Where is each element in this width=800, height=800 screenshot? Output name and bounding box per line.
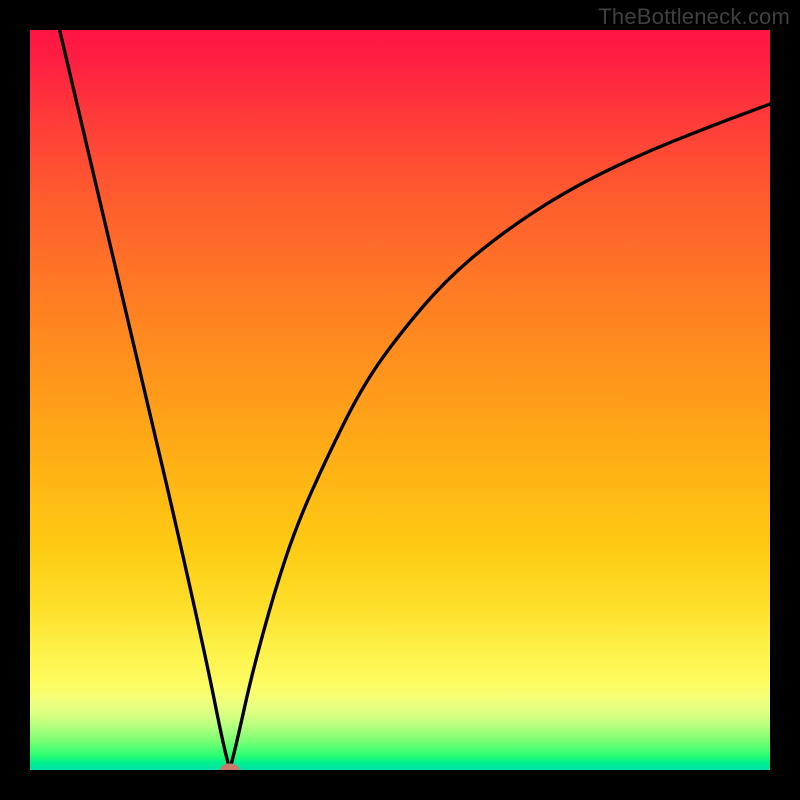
attribution-text: TheBottleneck.com xyxy=(598,4,790,30)
minimum-marker xyxy=(220,763,239,770)
curve-right-branch xyxy=(230,104,770,770)
chart-frame: TheBottleneck.com xyxy=(0,0,800,800)
curve-layer xyxy=(30,30,770,770)
curve-left-branch xyxy=(60,30,230,770)
plot-area xyxy=(30,30,770,770)
